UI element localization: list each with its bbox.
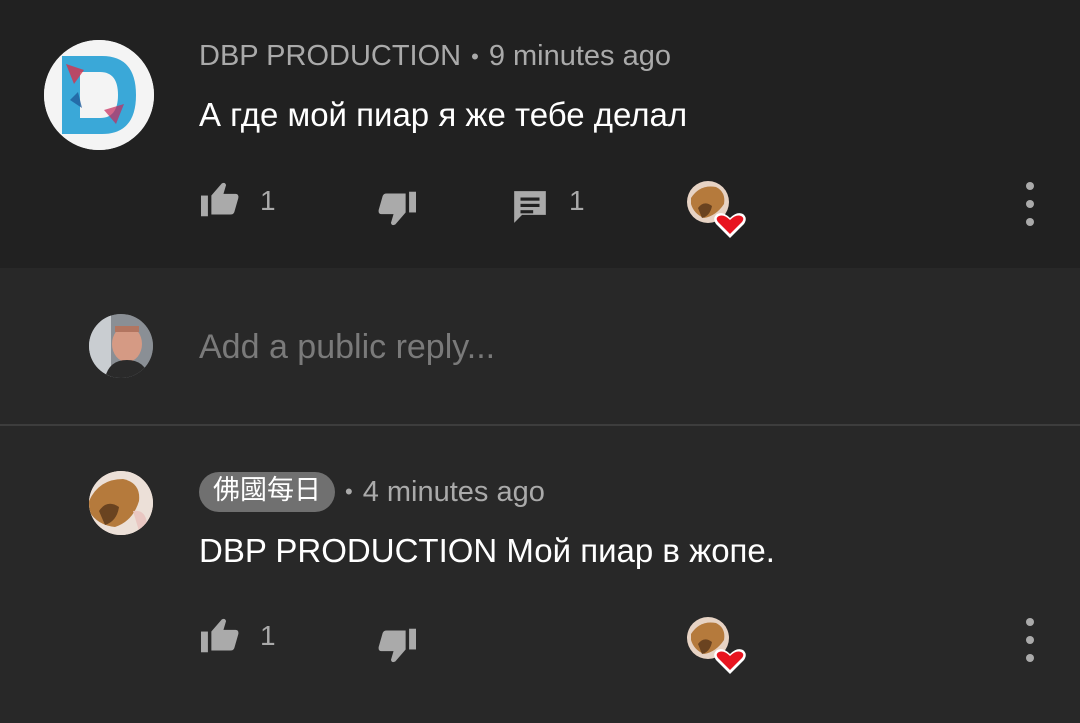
- thumb-down-icon[interactable]: [376, 190, 418, 228]
- reply-count: 1: [569, 185, 585, 216]
- separator-dot: •: [345, 479, 353, 504]
- dot: [1026, 200, 1034, 208]
- author-name[interactable]: DBP PRODUCTION: [199, 40, 461, 73]
- reply-time: 4 minutes ago: [362, 475, 545, 508]
- reply-text: DBP PRODUCTION Мой пиар в жопе.: [199, 532, 775, 569]
- reply-card: 佛國每日 • 4 minutes ago DBP PRODUCTION Мой …: [0, 426, 1080, 723]
- thumb-up-icon[interactable]: [199, 616, 241, 654]
- comment-meta: DBP PRODUCTION • 9 minutes ago: [199, 40, 671, 73]
- add-reply-row[interactable]: Add a public reply...: [0, 268, 1080, 424]
- comments-page: DBP PRODUCTION • 9 minutes ago А где мой…: [0, 0, 1080, 723]
- reply-input[interactable]: Add a public reply...: [199, 328, 495, 367]
- comment-text: А где мой пиар я же тебе делал: [199, 96, 688, 133]
- reply-author-avatar[interactable]: [89, 471, 153, 535]
- more-options-button[interactable]: [1020, 618, 1040, 662]
- comment-time: 9 minutes ago: [488, 40, 671, 72]
- author-name-chip[interactable]: 佛國每日: [199, 472, 335, 512]
- dot: [1026, 182, 1034, 190]
- dot: [1026, 218, 1034, 226]
- thumb-down-icon[interactable]: [376, 627, 418, 665]
- user-avatar[interactable]: [89, 314, 153, 378]
- bear-photo-icon: [89, 471, 153, 535]
- dbp-logo-icon: [44, 40, 154, 150]
- dot: [1026, 636, 1034, 644]
- more-options-button[interactable]: [1020, 182, 1040, 226]
- like-count: 1: [260, 185, 276, 216]
- user-photo-icon: [89, 314, 153, 378]
- reply-icon[interactable]: [511, 188, 549, 226]
- author-avatar[interactable]: [44, 40, 154, 150]
- creator-heart-icon: [687, 617, 746, 674]
- reply-meta: 佛國每日 • 4 minutes ago: [199, 472, 545, 512]
- thumb-up-icon[interactable]: [199, 180, 241, 218]
- separator-dot: •: [471, 43, 479, 69]
- creator-heart-icon: [687, 181, 746, 238]
- comment-card: DBP PRODUCTION • 9 minutes ago А где мой…: [0, 0, 1080, 268]
- dot: [1026, 618, 1034, 626]
- dot: [1026, 654, 1034, 662]
- like-count: 1: [260, 620, 276, 651]
